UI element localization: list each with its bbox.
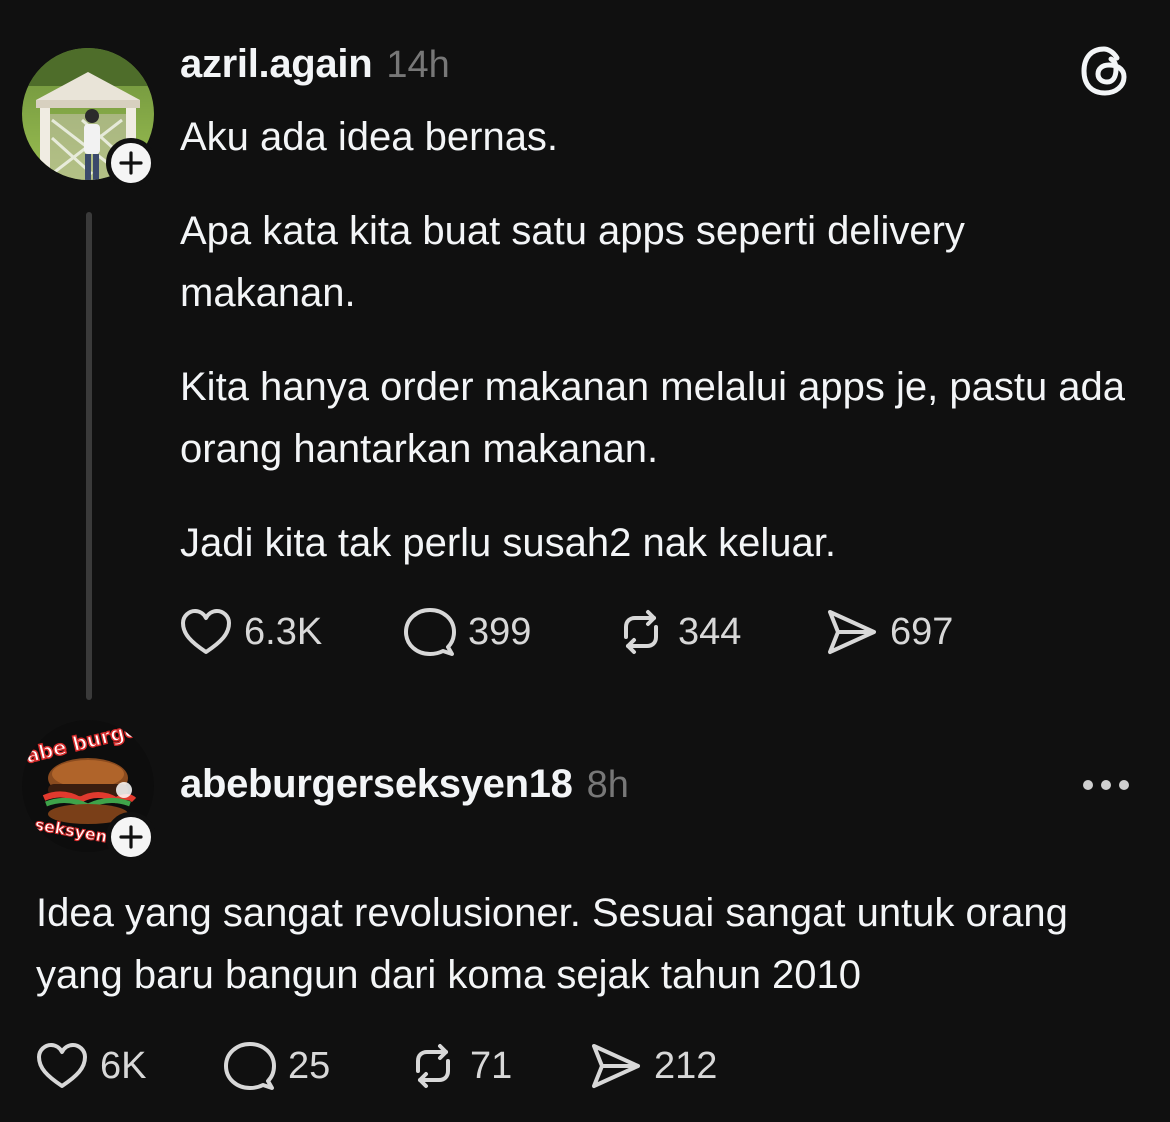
reply-button[interactable]: 25: [224, 1036, 330, 1096]
post-paragraph: Idea yang sangat revolusioner. Sesuai sa…: [36, 891, 1068, 997]
username[interactable]: azril.again: [180, 42, 373, 87]
post-paragraph: Apa kata kita buat satu apps seperti del…: [180, 209, 965, 315]
share-count: 697: [890, 610, 954, 653]
heart-icon: [37, 1043, 87, 1088]
threads-logo-icon[interactable]: [1078, 44, 1132, 98]
avatar-wrapper[interactable]: [22, 48, 156, 188]
send-icon: [592, 1044, 640, 1088]
post-paragraph: Jadi kita tak perlu susah2 nak keluar.: [180, 521, 836, 565]
action-bar: 6K 25 71 212: [36, 1036, 756, 1096]
follow-button[interactable]: [106, 812, 156, 862]
reply-count: 25: [288, 1044, 331, 1087]
repost-count: 71: [470, 1044, 513, 1087]
post-body: Aku ada idea bernas. Apa kata kita buat …: [180, 106, 1130, 574]
repost-icon: [624, 610, 658, 654]
share-button[interactable]: 212: [590, 1036, 717, 1096]
heart-icon: [181, 609, 231, 654]
like-count: 6.3K: [244, 610, 323, 653]
plus-icon: [119, 151, 143, 175]
reply-count: 399: [468, 610, 532, 653]
comment-icon: [224, 1042, 276, 1090]
repost-button[interactable]: 344: [616, 602, 741, 662]
share-button[interactable]: 697: [826, 602, 953, 662]
like-count: 6K: [100, 1044, 147, 1087]
comment-icon: [404, 608, 456, 656]
repost-icon: [416, 1044, 450, 1088]
post-paragraph: Kita hanya order makanan melalui apps je…: [180, 365, 1126, 471]
more-options-icon[interactable]: [1080, 772, 1132, 798]
timestamp[interactable]: 14h: [386, 44, 449, 87]
timestamp[interactable]: 8h: [587, 764, 629, 807]
follow-button[interactable]: [106, 138, 156, 188]
like-button[interactable]: 6.3K: [180, 602, 322, 662]
thread-connector-line: [86, 212, 92, 700]
plus-icon: [119, 825, 143, 849]
repost-button[interactable]: 71: [408, 1036, 512, 1096]
post-header: azril.again 14h: [180, 42, 450, 87]
action-bar: 6.3K 399 344 697: [180, 602, 1000, 662]
repost-count: 344: [678, 610, 742, 653]
post-header: abeburgerseksyen18 8h: [180, 762, 629, 807]
like-button[interactable]: 6K: [36, 1036, 146, 1096]
thread-post: azril.again 14h Aku ada idea bernas. Apa…: [0, 0, 1170, 700]
post-paragraph: Aku ada idea bernas.: [180, 115, 559, 159]
send-icon: [828, 610, 876, 654]
avatar-wrapper[interactable]: abe burger seksyen: [22, 720, 156, 862]
reply-button[interactable]: 399: [404, 602, 531, 662]
username[interactable]: abeburgerseksyen18: [180, 762, 573, 807]
share-count: 212: [654, 1044, 718, 1087]
reply-post: abe burger seksyen abeburgerseksyen18 8h…: [0, 700, 1170, 1122]
post-body: Idea yang sangat revolusioner. Sesuai sa…: [36, 882, 1136, 1006]
